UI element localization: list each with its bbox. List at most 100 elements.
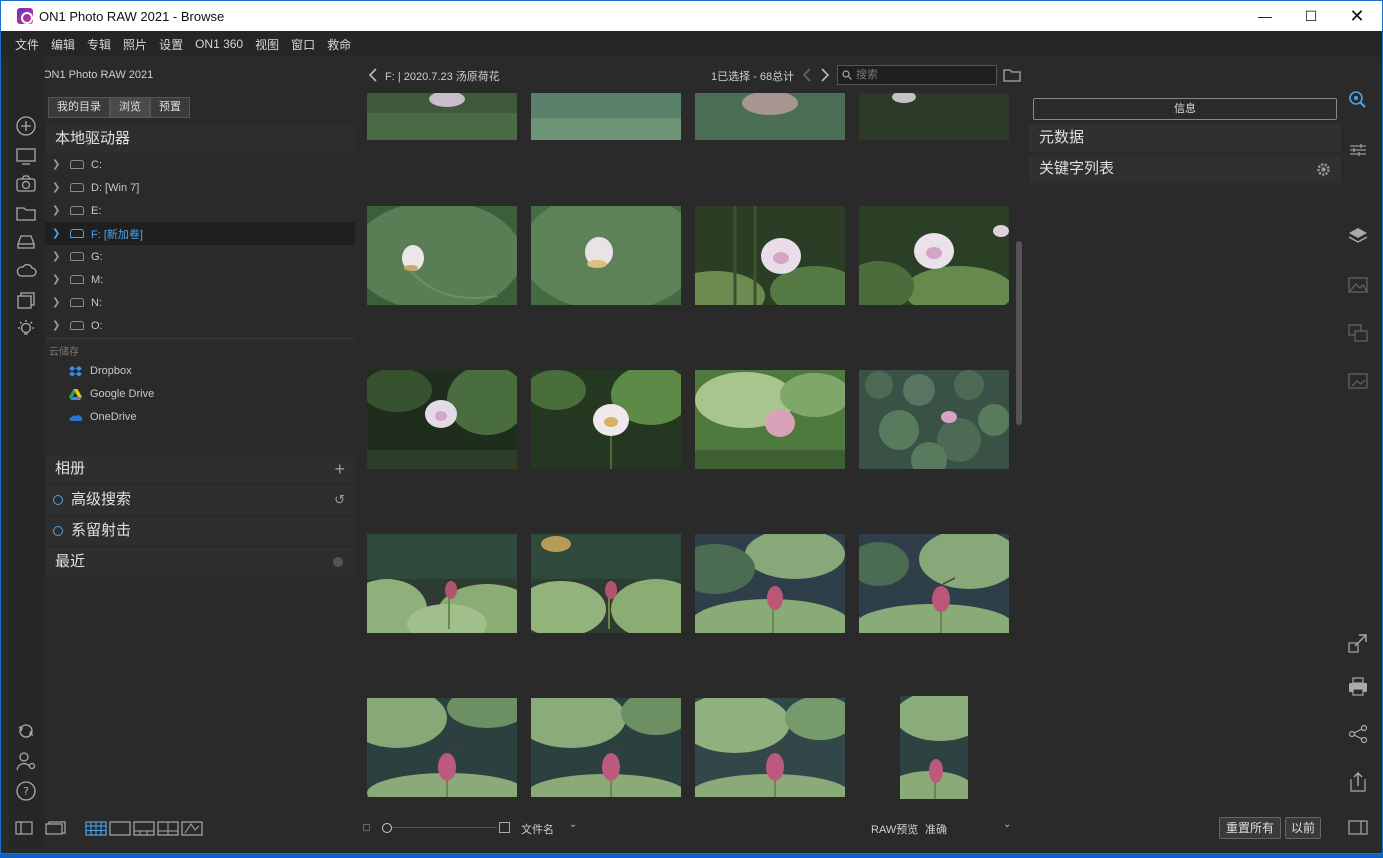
photo-thumbnail[interactable] [367,206,517,305]
chevron-right-icon[interactable]: ❯ [52,320,62,331]
print-icon[interactable] [1347,675,1369,697]
next-arrow-icon[interactable] [819,67,831,83]
grid-scrollbar[interactable] [1016,241,1022,425]
tab-browse[interactable]: 浏览 [110,97,150,118]
folder-icon[interactable] [15,202,37,224]
photo-thumbnail[interactable] [859,534,1009,633]
toggle-ring-icon[interactable] [53,495,63,505]
menu-view[interactable]: 视图 [255,36,279,53]
drive-item-selected[interactable]: ❯ F: [新加卷] [45,222,355,245]
portrait-icon[interactable] [1347,370,1369,392]
drive-item[interactable]: ❯ G: [45,245,355,268]
albums-icon[interactable] [15,289,37,311]
raw-preview-select[interactable]: 准确 [925,821,947,837]
advanced-search-section[interactable]: 高级搜索 ↺ [45,486,355,514]
camera-icon[interactable] [15,173,37,195]
drive-item[interactable]: ❯ D: [Win 7] [45,176,355,199]
drive-item[interactable]: ❯ C: [45,153,355,176]
chevron-right-icon[interactable]: ❯ [52,159,62,170]
user-icon[interactable] [15,750,37,772]
cloud-item-google-drive[interactable]: Google Drive [69,388,154,400]
back-arrow-icon[interactable] [367,67,379,83]
share-icon[interactable] [1347,723,1369,745]
reset-icon[interactable]: ↺ [334,486,345,514]
chevron-right-icon[interactable]: ❯ [52,228,62,239]
photo-thumbnail[interactable] [695,370,845,469]
toggle-ring-icon[interactable] [53,526,63,536]
previous-arrow-icon[interactable] [801,67,813,83]
menu-file[interactable]: 文件 [15,36,39,53]
menu-window[interactable]: 窗口 [291,36,315,53]
panel-toggle-icon[interactable] [15,821,33,835]
small-thumb-icon[interactable] [363,824,370,831]
cloud-item-dropbox[interactable]: Dropbox [69,365,132,377]
minimize-button[interactable]: — [1242,1,1288,31]
chevron-right-icon[interactable]: ❯ [52,274,62,285]
menu-on1-360[interactable]: ON1 360 [195,37,243,51]
chevron-right-icon[interactable]: ❯ [52,251,62,262]
clear-icon[interactable] [333,557,343,567]
info-button[interactable]: 信息 [1033,98,1337,120]
photo-thumbnail[interactable] [531,370,681,469]
filmstrip-icon[interactable] [45,821,67,835]
menu-photo[interactable]: 照片 [123,36,147,53]
recent-section[interactable]: 最近 [45,548,355,576]
slider-handle[interactable] [382,823,392,833]
grid-view-icon[interactable] [85,821,107,836]
browse-module-icon[interactable] [1347,87,1369,109]
chevron-down-icon[interactable]: ⌄ [1003,819,1011,830]
monitor-icon[interactable] [15,145,37,167]
photo-thumbnail[interactable] [367,698,517,797]
photo-thumbnail[interactable] [695,534,845,633]
menu-edit[interactable]: 编辑 [51,36,75,53]
cloud-icon[interactable] [15,259,37,281]
search-input[interactable]: 搜索 [837,65,997,85]
menu-album[interactable]: 专辑 [87,36,111,53]
map-view-icon[interactable] [181,821,203,836]
drive-item[interactable]: ❯ O: [45,314,355,337]
chevron-right-icon[interactable]: ❯ [52,205,62,216]
lightbulb-icon[interactable] [15,318,37,340]
adjust-sliders-icon[interactable] [1347,139,1369,161]
filmstrip-view-icon[interactable] [133,821,155,836]
close-button[interactable]: ✕ [1334,1,1380,31]
menu-settings[interactable]: 设置 [159,36,183,53]
add-icon[interactable] [15,115,37,137]
help-icon[interactable]: ? [15,780,37,802]
compare-view-icon[interactable] [157,821,179,836]
drive-item[interactable]: ❯ M: [45,268,355,291]
cloud-item-onedrive[interactable]: OneDrive [69,411,136,423]
photo-thumbnail[interactable] [531,93,681,140]
chevron-right-icon[interactable]: ❯ [52,182,62,193]
tab-presets[interactable]: 预置 [150,97,190,118]
tethered-shooting-section[interactable]: 系留射击 [45,517,355,545]
compare-images-icon[interactable] [1347,322,1369,344]
maximize-button[interactable]: ☐ [1288,1,1334,31]
photo-thumbnail[interactable] [695,206,845,305]
photo-thumbnail[interactable] [859,93,1009,140]
keyword-list-section[interactable]: 关键字列表 [1029,155,1341,183]
image-icon[interactable] [1347,274,1369,296]
drive-item[interactable]: ❯ E: [45,199,355,222]
chevron-right-icon[interactable]: ❯ [52,297,62,308]
gear-icon[interactable] [1316,162,1331,177]
folder-action-icon[interactable] [1003,67,1021,83]
thumbnail-size-slider[interactable] [387,827,497,828]
photo-thumbnail[interactable] [859,206,1009,305]
photo-thumbnail[interactable] [367,534,517,633]
right-panel-toggle-icon[interactable] [1347,817,1369,839]
photo-thumbnail[interactable] [695,93,845,140]
chevron-down-icon[interactable]: ⌄ [569,819,577,830]
photo-thumbnail[interactable] [531,206,681,305]
photo-thumbnail[interactable] [531,534,681,633]
photo-thumbnail[interactable] [531,698,681,797]
photo-thumbnail[interactable] [695,698,845,797]
albums-section[interactable]: 相册 + [45,455,355,483]
sync-icon[interactable] [15,720,37,742]
add-album-icon[interactable]: + [334,455,345,483]
local-drives-header[interactable]: 本地驱动器 [45,125,355,153]
photo-thumbnail-portrait[interactable] [900,696,968,799]
resize-export-icon[interactable] [1347,632,1369,654]
layers-icon[interactable] [1347,225,1369,247]
sort-by-label[interactable]: 文件名 [521,821,554,837]
